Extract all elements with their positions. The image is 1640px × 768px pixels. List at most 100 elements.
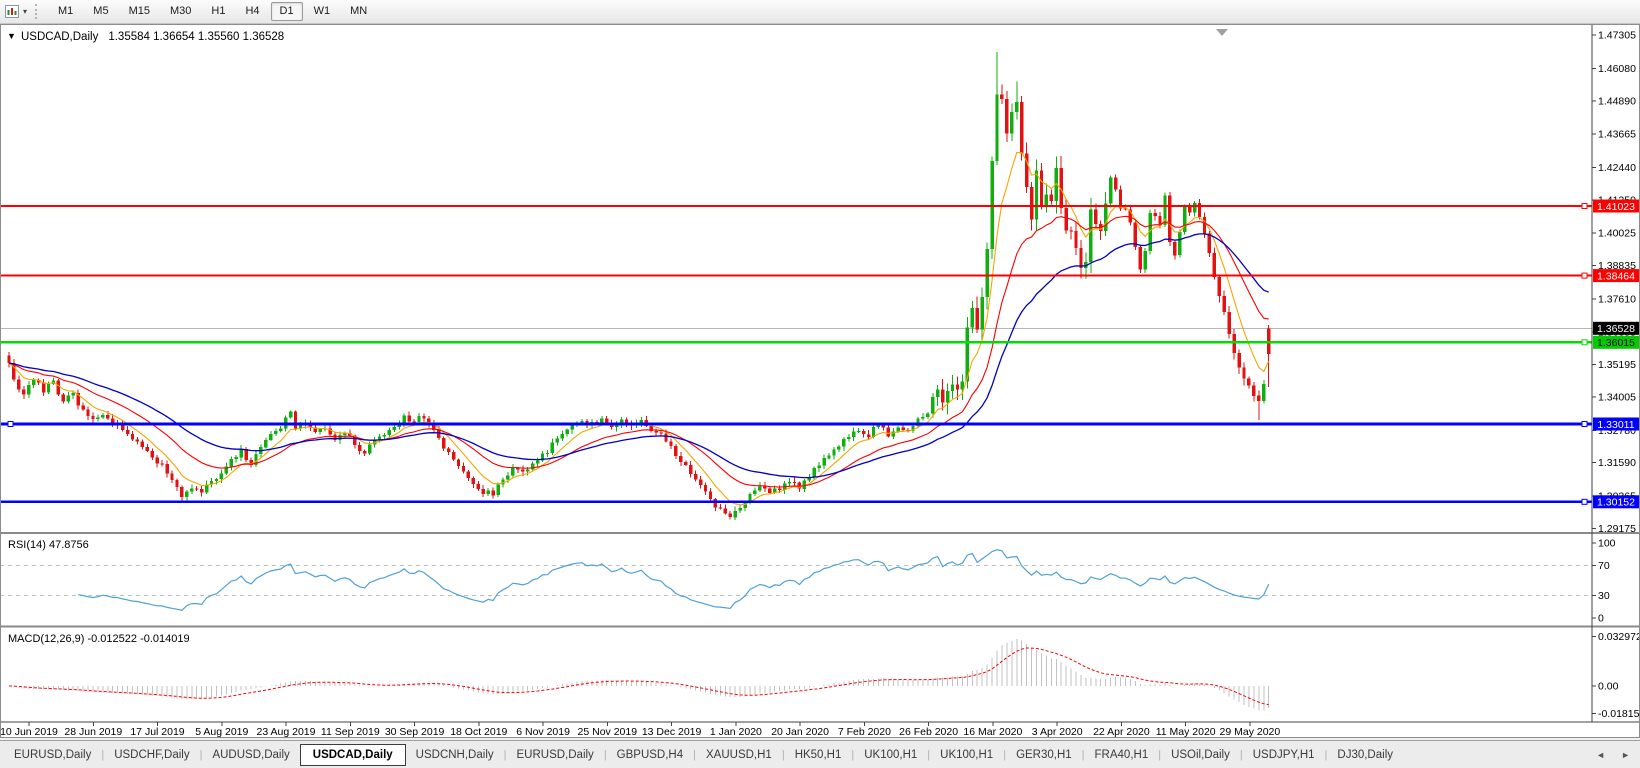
periodicity-dropdown[interactable]: ▾ [1,4,31,20]
price-tag-1.33011: 1.33011 [1593,417,1639,431]
timeframe-button-M1[interactable]: M1 [49,2,82,21]
svg-text:1.36528: 1.36528 [1597,323,1635,335]
svg-text:1.41023: 1.41023 [1597,201,1635,213]
svg-text:0.00: 0.00 [1598,681,1619,693]
timeframe-button-W1[interactable]: W1 [305,2,340,21]
svg-text:16 Mar 2020: 16 Mar 2020 [963,726,1022,738]
svg-text:6 Nov 2019: 6 Nov 2019 [516,726,570,738]
svg-text:5 Aug 2019: 5 Aug 2019 [195,726,248,738]
svg-text:70: 70 [1598,560,1610,572]
timeframe-button-M15[interactable]: M15 [120,2,159,21]
svg-text:100: 100 [1598,538,1616,550]
svg-text:1.36015: 1.36015 [1597,337,1635,349]
chart-window: RSI(14) 47.8756 MACD(12,26,9) -0.012522 -… [0,24,1640,738]
tabs-scroll-right-icon[interactable]: ► [1621,750,1630,760]
price-tag-1.30152: 1.30152 [1593,495,1639,509]
svg-text:7 Feb 2020: 7 Feb 2020 [838,726,891,738]
chart-tab-GER30-H1[interactable]: GER30,H1 [1006,745,1082,765]
chart-tab-USDCAD-Daily[interactable]: USDCAD,Daily [299,743,406,766]
chart-tab-DJ30-Daily[interactable]: DJ30,Daily [1327,745,1403,765]
symbol-dropdown-icon: ▼ [7,31,16,41]
svg-text:26 Feb 2020: 26 Feb 2020 [899,726,958,738]
svg-text:17 Jul 2019: 17 Jul 2019 [130,726,184,738]
timeframe-button-M30[interactable]: M30 [161,2,200,21]
chart-tab-HK50-H1[interactable]: HK50,H1 [785,745,852,765]
svg-text:1.44890: 1.44890 [1598,95,1636,107]
svg-text:1.30152: 1.30152 [1597,497,1635,509]
svg-text:13 Dec 2019: 13 Dec 2019 [642,726,702,738]
svg-text:1.34005: 1.34005 [1598,392,1636,404]
candlestick-chart[interactable]: RSI(14) 47.8756 MACD(12,26,9) -0.012522 -… [0,24,1640,738]
hline-handle [1581,421,1588,427]
chart-tabs-bar: EURUSD,Daily | USDCHF,Daily | AUDUSD,Daily US… [0,740,1640,768]
svg-text:10 Jun 2019: 10 Jun 2019 [0,726,58,738]
svg-text:11 May 2020: 11 May 2020 [1156,726,1216,738]
chart-tab-USDCNH-Daily[interactable]: USDCNH,Daily [406,745,504,765]
chart-tab-UK100-H1[interactable]: UK100,H1 [930,745,1003,765]
chart-tab-AUDUSD-Daily[interactable]: AUDUSD,Daily [202,745,299,765]
svg-text:1.29175: 1.29175 [1598,523,1636,535]
svg-text:1.37610: 1.37610 [1598,293,1636,305]
svg-text:25 Nov 2019: 25 Nov 2019 [578,726,638,738]
svg-text:1.47305: 1.47305 [1598,30,1636,42]
hline-handle [1581,498,1588,505]
chart-ohlc: 1.35584 1.36654 1.35560 1.36528 [108,31,284,43]
chart-tab-EURUSD-Daily[interactable]: EURUSD,Daily [4,745,101,765]
chart-tabs: EURUSD,Daily | USDCHF,Daily | AUDUSD,Daily US… [4,743,1403,766]
svg-text:1.31590: 1.31590 [1598,457,1636,469]
timeframe-buttons: M1 M5 M15 M30 H1 H4 D1 W1 MN [48,2,377,21]
chart-tab-FRA40-H1[interactable]: FRA40,H1 [1085,745,1159,765]
svg-text:29 May 2020: 29 May 2020 [1220,726,1281,738]
hline-handle [1581,203,1588,209]
chart-tab-USOil-Daily[interactable]: USOil,Daily [1161,745,1240,765]
svg-text:30 Sep 2019: 30 Sep 2019 [385,726,445,738]
macd-label: MACD(12,26,9) -0.012522 -0.014019 [8,633,190,645]
timeframe-button-D1[interactable]: D1 [270,2,303,21]
rsi-label: RSI(14) 47.8756 [8,539,89,551]
hline-handle [7,421,14,427]
chart-tab-EURUSD-Daily[interactable]: EURUSD,Daily [506,745,603,765]
tabs-scroll-left-icon[interactable]: ◄ [1596,750,1605,760]
hline-handle [1581,272,1588,279]
price-tag-1.41023: 1.41023 [1593,199,1639,213]
chart-period-icon [5,4,19,18]
svg-text:-0.018154: -0.018154 [1598,708,1640,720]
svg-text:28 Jun 2019: 28 Jun 2019 [64,726,122,738]
toolbar-grip[interactable] [35,4,42,19]
top-toolbar: ▾ M1 M5 M15 M30 H1 H4 D1 W1 MN [0,0,1640,24]
chart-tab-UK100-H1[interactable]: UK100,H1 [854,745,927,765]
chart-tab-USDCHF-Daily[interactable]: USDCHF,Daily [104,745,199,765]
current-price-tag: 1.36528 [1593,321,1639,335]
svg-text:1.38464: 1.38464 [1597,270,1635,282]
svg-text:11 Sep 2019: 11 Sep 2019 [321,726,380,738]
hline-handle [1581,339,1588,346]
svg-text:1.40025: 1.40025 [1598,228,1636,240]
svg-text:3 Apr 2020: 3 Apr 2020 [1032,726,1083,738]
chart-svg: RSI(14) 47.8756 MACD(12,26,9) -0.012522 -… [0,24,1640,738]
svg-text:18 Oct 2019: 18 Oct 2019 [450,726,507,738]
svg-text:1 Jan 2020: 1 Jan 2020 [710,726,762,738]
dropdown-caret-icon: ▾ [23,6,28,16]
svg-text:1.42440: 1.42440 [1598,162,1636,174]
chart-tab-XAUUSD-H1[interactable]: XAUUSD,H1 [696,745,782,765]
svg-text:0: 0 [1598,613,1604,625]
svg-text:23 Aug 2019: 23 Aug 2019 [257,726,316,738]
svg-text:30: 30 [1598,590,1610,602]
chart-tab-GBPUSD-H4[interactable]: GBPUSD,H4 [607,745,693,765]
svg-text:0.032972: 0.032972 [1598,631,1640,643]
timeframe-button-H1[interactable]: H1 [202,2,234,21]
chart-tab-USDJPY-H1[interactable]: USDJPY,H1 [1243,745,1325,765]
svg-text:1.43665: 1.43665 [1598,129,1636,141]
timeframe-button-M5[interactable]: M5 [84,2,117,21]
svg-text:20 Jan 2020: 20 Jan 2020 [771,726,829,738]
svg-text:22 Apr 2020: 22 Apr 2020 [1093,726,1150,738]
svg-text:1.33011: 1.33011 [1597,419,1634,431]
svg-text:1.35195: 1.35195 [1598,359,1636,371]
chart-title-bar[interactable]: ▼ USDCAD,Daily 1.35584 1.36654 1.35560 1.3… [7,31,284,43]
chart-title: USDCAD,Daily 1.35584 1.36654 1.35560 1.36… [21,31,284,43]
price-tag-1.38464: 1.38464 [1593,269,1639,282]
svg-text:1.46080: 1.46080 [1598,63,1636,75]
timeframe-button-MN[interactable]: MN [341,2,376,21]
price-tag-1.36015: 1.36015 [1593,335,1639,349]
timeframe-button-H4[interactable]: H4 [236,2,268,21]
